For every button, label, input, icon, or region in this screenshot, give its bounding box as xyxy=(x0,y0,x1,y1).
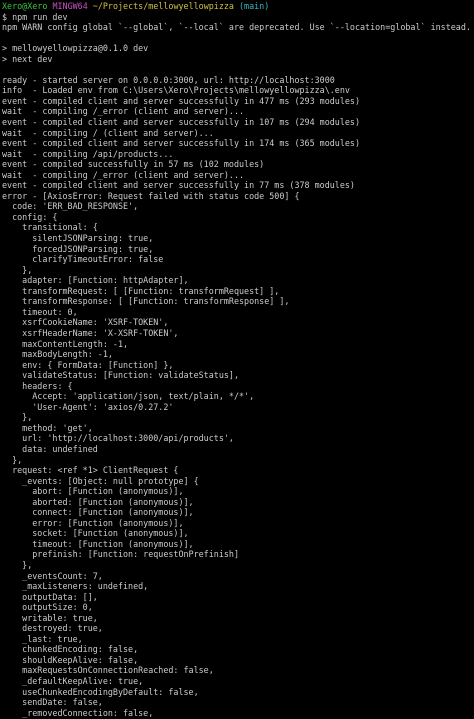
output-line: wait - compiling /_error (client and ser… xyxy=(2,106,245,117)
output-line: clarifyTimeoutError: false xyxy=(2,254,164,265)
output-line: xsrfHeaderName: 'X-XSRF-TOKEN', xyxy=(2,327,179,338)
output-line: transformResponse: [ [Function: transfor… xyxy=(2,296,290,307)
output-line: transitional: { xyxy=(2,222,98,233)
output-line: adapter: [Function: httpAdapter], xyxy=(2,275,189,286)
output-line: sendDate: false, xyxy=(2,697,103,708)
output-line: timeout: [Function (anonymous)], xyxy=(2,538,194,549)
output-line: forcedJSONParsing: true, xyxy=(2,243,154,254)
output-line: _removedConnection: false, xyxy=(2,707,154,718)
output-line: maxContentLength: -1, xyxy=(2,338,129,349)
terminal-window[interactable]: Xero@Xero MINGW64 ~/Projects/mellowyello… xyxy=(0,0,474,719)
output-line: _eventsCount: 7, xyxy=(2,570,103,581)
output-line: }, xyxy=(2,412,33,423)
output-line: aborted: [Function (anonymous)], xyxy=(2,496,194,507)
prompt-env: MINGW64 xyxy=(52,1,88,11)
terminal-output: npm WARN config global `--global`, `--lo… xyxy=(2,22,474,719)
output-line: Accept: 'application/json, text/plain, *… xyxy=(2,391,255,402)
output-line: socket: [Function (anonymous)], xyxy=(2,528,189,539)
prompt-user-host: Xero@Xero xyxy=(2,1,48,11)
output-line: > next dev xyxy=(2,53,53,64)
output-line: wait - compiling /_error (client and ser… xyxy=(2,169,245,180)
output-line: error - [AxiosError: Request failed with… xyxy=(2,190,300,201)
prompt-symbol: $ xyxy=(2,11,8,22)
output-line: timeout: 0, xyxy=(2,306,78,317)
output-line: useChunkedEncodingByDefault: false, xyxy=(2,686,199,697)
output-line: info - Loaded env from C:\Users\Xero\Pro… xyxy=(2,85,350,96)
output-line: data: undefined xyxy=(2,443,98,454)
output-line: headers: { xyxy=(2,380,73,391)
prompt-header: Xero@Xero MINGW64 ~/Projects/mellowyello… xyxy=(2,1,474,12)
output-line: silentJSONParsing: true, xyxy=(2,233,154,244)
output-line: ready - started server on 0.0.0.0:3000, … xyxy=(2,74,335,85)
command-line: $ npm run dev xyxy=(2,12,474,23)
output-line: event - compiled client and server succe… xyxy=(2,138,360,149)
output-line: validateStatus: [Function: validateStatu… xyxy=(2,370,239,381)
output-line: > mellowyellowpizza@0.1.0 dev xyxy=(2,43,149,54)
output-line: outputData: [], xyxy=(2,591,98,602)
output-line: wait - compiling / (client and server)..… xyxy=(2,127,214,138)
output-line: event - compiled client and server succe… xyxy=(2,117,360,128)
output-line: }, xyxy=(2,264,33,275)
output-line: _last: true, xyxy=(2,633,83,644)
prompt-branch: (main) xyxy=(239,1,270,11)
output-line: _defaultKeepAlive: true, xyxy=(2,676,144,686)
output-line: 'User-Agent': 'axios/0.27.2' xyxy=(2,401,174,412)
output-line: xsrfCookieName: 'XSRF-TOKEN', xyxy=(2,317,169,328)
prompt-path: ~/Projects/mellowyellowpizza xyxy=(92,1,234,11)
output-line: chunkedEncoding: false, xyxy=(2,644,139,655)
output-line: writable: true, xyxy=(2,612,98,623)
output-line: event - compiled successfully in 57 ms (… xyxy=(2,159,265,170)
output-line: transformRequest: [ [Function: transform… xyxy=(2,285,280,296)
output-line: method: 'get', xyxy=(2,422,93,433)
output-line: env: { FormData: [Function] }, xyxy=(2,359,174,370)
output-line: maxBodyLength: -1, xyxy=(2,349,113,360)
output-line: error: [Function (anonymous)], xyxy=(2,517,184,528)
output-line: _maxListeners: undefined, xyxy=(2,581,149,592)
output-line: url: 'http://localhost:3000/api/products… xyxy=(2,433,234,444)
output-line: _events: [Object: null prototype] { xyxy=(2,475,199,486)
output-line: request: <ref *1> ClientRequest { xyxy=(2,465,179,476)
output-line: }, xyxy=(2,559,33,570)
output-line: code: 'ERR_BAD_RESPONSE', xyxy=(2,201,139,212)
output-line: abort: [Function (anonymous)], xyxy=(2,486,184,497)
output-line: event - compiled client and server succe… xyxy=(2,180,355,191)
output-line: maxRequestsOnConnectionReached: false, xyxy=(2,665,214,676)
output-line: wait - compiling /api/products... xyxy=(2,148,174,159)
output-line: destroyed: true, xyxy=(2,623,103,634)
output-line: outputSize: 0, xyxy=(2,602,93,613)
output-line: shouldKeepAlive: false, xyxy=(2,654,139,665)
output-line: event - compiled client and server succe… xyxy=(2,95,360,106)
output-line: }, xyxy=(2,454,23,465)
command-text: npm run dev xyxy=(12,11,68,22)
output-line: config: { xyxy=(2,211,58,222)
output-line: prefinish: [Function: requestOnPrefinish… xyxy=(2,549,239,560)
output-line: connect: [Function (anonymous)], xyxy=(2,507,194,518)
output-line: npm WARN config global `--global`, `--lo… xyxy=(2,22,471,33)
